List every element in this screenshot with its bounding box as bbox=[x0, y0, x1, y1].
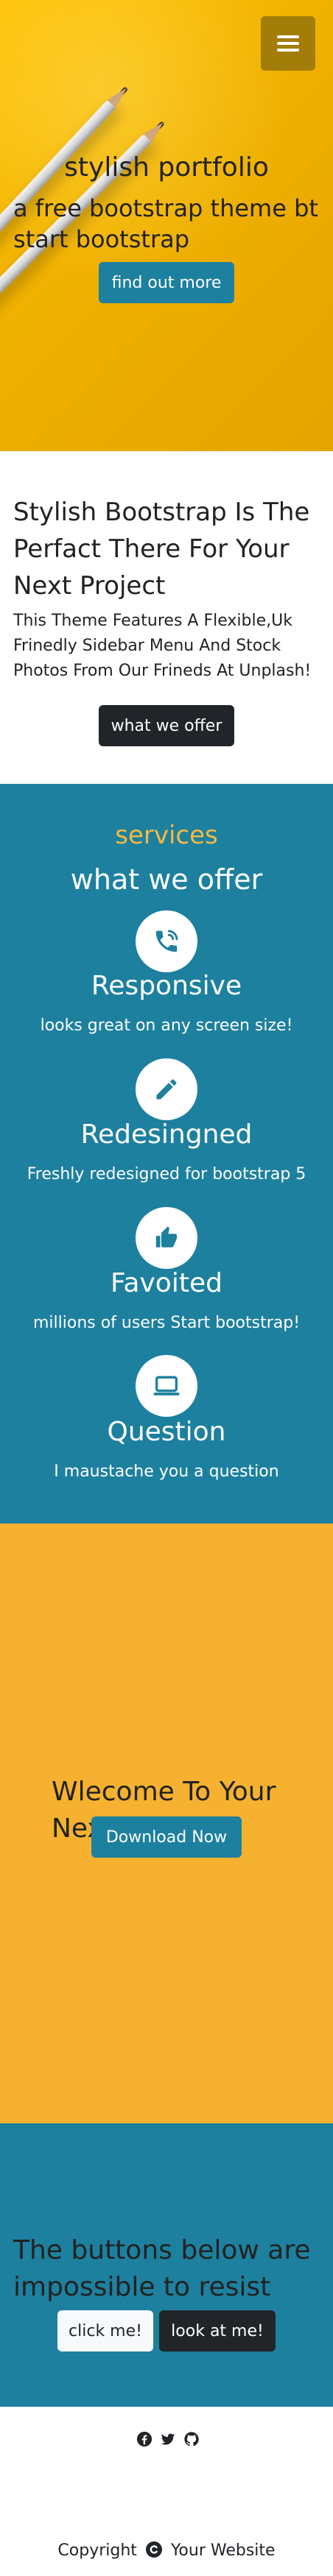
service-text: looks great on any screen size! bbox=[40, 1016, 293, 1035]
service-text: I maustache you a question bbox=[54, 1462, 279, 1481]
phone-icon bbox=[136, 910, 197, 972]
service-text: Freshly redesigned for bootstrap 5 bbox=[27, 1165, 306, 1183]
hero-subtitle: a free bootstrap theme bt start bootstra… bbox=[13, 194, 318, 253]
service-title: Favoited bbox=[111, 1268, 222, 1298]
hero-title: stylish portfolio bbox=[64, 152, 269, 183]
laptop-icon bbox=[136, 1355, 197, 1417]
about-section: Stylish Bootstrap Is The Perfact There F… bbox=[0, 451, 333, 784]
service-title: Question bbox=[107, 1417, 226, 1447]
about-text: This Theme Features A Flexible,Uk Frined… bbox=[13, 612, 312, 680]
look-at-me-button[interactable]: look at me! bbox=[159, 2310, 276, 2352]
thumbs-up-icon bbox=[136, 1207, 197, 1269]
find-out-more-button[interactable]: find out more bbox=[99, 262, 234, 303]
menu-toggle-button[interactable] bbox=[261, 16, 315, 71]
callout-section: Wlecome To Your Next Website Download No… bbox=[0, 1524, 333, 2123]
cta-title: The buttons below are impossible to resi… bbox=[13, 2235, 311, 2302]
facebook-icon[interactable] bbox=[135, 2430, 154, 2449]
hero-section: stylish portfolio a free bootstrap theme… bbox=[0, 0, 333, 451]
service-text: millions of users Start bootstrap! bbox=[32, 1314, 301, 1332]
github-icon[interactable] bbox=[182, 2430, 201, 2449]
services-kicker: services bbox=[115, 821, 218, 850]
service-title: Responsive bbox=[91, 971, 242, 1001]
about-title: Stylish Bootstrap Is The Perfact There F… bbox=[13, 498, 310, 601]
service-title: Redesingned bbox=[80, 1119, 253, 1150]
pencil-icon bbox=[136, 1058, 197, 1120]
copyright-prefix: Copyright bbox=[57, 2541, 137, 2560]
footer: Copyright Your Website bbox=[0, 2407, 333, 2576]
download-now-button[interactable]: Download Now bbox=[91, 1816, 242, 1858]
social-links bbox=[135, 2430, 201, 2449]
twitter-icon[interactable] bbox=[158, 2430, 178, 2449]
hamburger-menu-icon bbox=[277, 35, 299, 52]
copyright-text: Copyright Your Website bbox=[0, 2541, 333, 2563]
copyright-icon bbox=[145, 2541, 163, 2563]
what-we-offer-button[interactable]: what we offer bbox=[99, 705, 234, 746]
click-me-button[interactable]: click me! bbox=[57, 2310, 153, 2352]
cta-section: The buttons below are impossible to resi… bbox=[0, 2123, 333, 2407]
services-heading: what we offer bbox=[70, 863, 263, 896]
copyright-suffix: Your Website bbox=[170, 2541, 276, 2560]
services-section: services what we offer Responsive looks … bbox=[0, 784, 333, 1524]
